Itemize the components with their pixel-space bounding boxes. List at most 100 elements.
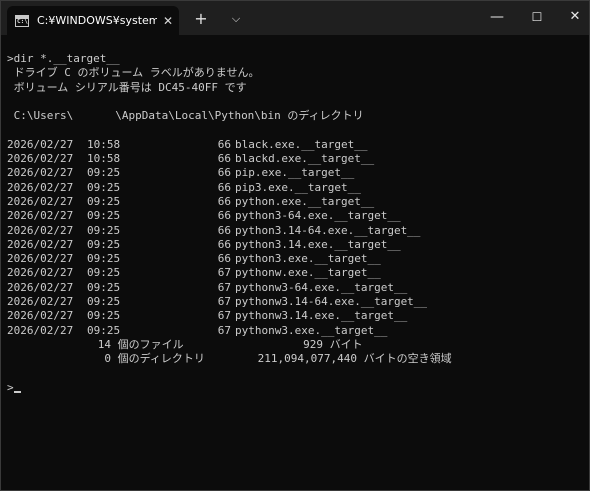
file-size: 66 (217, 223, 231, 237)
prompt-line[interactable]: > (7, 381, 452, 395)
file-time: 09:25 (87, 309, 121, 323)
directory-prefix: C:\Users\ (7, 109, 74, 123)
file-size: 66 (217, 152, 231, 166)
bytes-unit: バイト (323, 337, 363, 351)
file-size: 66 (217, 137, 231, 151)
file-row: 2026/02/27 10:58 66 blackd.exe.__target__ (7, 152, 452, 166)
close-icon[interactable]: ✕ (157, 14, 179, 28)
file-size: 66 (217, 166, 231, 180)
tab-title: C:¥WINDOWS¥system32¥cmd (37, 14, 157, 27)
tab-cmd[interactable]: C:\ C:¥WINDOWS¥system32¥cmd ✕ (7, 6, 179, 35)
directory-line: C:\Users\ \AppData\Local\Python\bin のディレク… (7, 109, 452, 123)
file-row: 2026/02/27 09:25 66 python3-64.exe.__target… (7, 209, 452, 223)
file-date: 2026/02/27 (7, 323, 74, 337)
file-name: pythonw3.14-64.exe.__target__ (235, 295, 428, 309)
prompt: > (7, 380, 14, 394)
file-name: python3.exe.__target__ (235, 252, 381, 266)
file-time: 09:25 (87, 323, 121, 337)
file-date: 2026/02/27 (7, 166, 74, 180)
file-size: 67 (217, 309, 231, 323)
command-line: >dir *.__target__ (7, 52, 120, 65)
maximize-icon[interactable]: ☐ (517, 3, 557, 31)
file-name: black.exe.__target__ (235, 137, 368, 151)
file-time: 09:25 (87, 266, 121, 280)
file-size: 66 (217, 180, 231, 194)
file-row: 2026/02/27 09:25 66 python.exe.__target__ (7, 195, 452, 209)
file-name: pythonw3-64.exe.__target__ (235, 280, 408, 294)
file-time: 10:58 (87, 137, 121, 151)
title-bar[interactable]: C:\ C:¥WINDOWS¥system32¥cmd ✕ + ⌵ — ☐ ✕ (1, 1, 589, 35)
file-date: 2026/02/27 (7, 180, 74, 194)
file-name: pythonw.exe.__target__ (235, 266, 381, 280)
dir-count-label: 個のディレクトリ (111, 352, 205, 366)
file-name: pythonw3.exe.__target__ (235, 323, 388, 337)
file-time: 09:25 (87, 166, 121, 180)
file-date: 2026/02/27 (7, 266, 74, 280)
file-date: 2026/02/27 (7, 280, 74, 294)
file-row: 2026/02/27 09:25 66 pip.exe.__target__ (7, 166, 452, 180)
file-time: 09:25 (87, 280, 121, 294)
file-date: 2026/02/27 (7, 194, 74, 208)
file-size: 67 (217, 295, 231, 309)
file-name: python3.14-64.exe.__target__ (235, 223, 421, 237)
chevron-down-icon[interactable]: ⌵ (226, 9, 246, 29)
minimize-icon[interactable]: — (477, 3, 517, 31)
file-count-label: 個のファイル (111, 337, 184, 351)
file-row: 2026/02/27 09:25 66 pip3.exe.__target__ (7, 181, 452, 195)
console-output[interactable]: >dir *.__target__ ドライブ C のボリューム ラベルがありませ… (1, 35, 589, 490)
free-bytes: 211,094,077,440 (257, 352, 357, 366)
file-size: 66 (217, 237, 231, 251)
plus-icon[interactable]: + (191, 9, 211, 29)
file-date: 2026/02/27 (7, 152, 74, 166)
file-time: 09:25 (87, 252, 121, 266)
file-row: 2026/02/27 09:25 67 pythonw3.14-64.exe.__ta… (7, 295, 452, 309)
file-row: 2026/02/27 09:25 67 pythonw.exe.__target__ (7, 266, 452, 280)
files-summary-line: 14 個のファイル 929 バイト (7, 338, 452, 352)
file-name: pip.exe.__target__ (235, 166, 355, 180)
file-row: 2026/02/27 09:25 67 pythonw3.14.exe.__targe… (7, 309, 452, 323)
file-size: 67 (217, 323, 231, 337)
file-name: python3-64.exe.__target__ (235, 209, 401, 223)
directory-suffix: \AppData\Local\Python\bin のディレクトリ (115, 109, 364, 123)
file-name: python3.14.exe.__target__ (235, 237, 401, 251)
file-list: 2026/02/27 10:58 66 black.exe.__target__ 202… (7, 138, 452, 338)
file-count: 14 (97, 337, 111, 351)
file-name: pip3.exe.__target__ (235, 180, 361, 194)
file-date: 2026/02/27 (7, 252, 74, 266)
file-row: 2026/02/27 09:25 66 python3.14.exe.__target… (7, 238, 452, 252)
file-time: 10:58 (87, 152, 121, 166)
close-window-icon[interactable]: ✕ (555, 3, 589, 31)
text-cursor (13, 390, 21, 393)
file-date: 2026/02/27 (7, 237, 74, 251)
terminal-window: C:\ C:¥WINDOWS¥system32¥cmd ✕ + ⌵ — ☐ ✕ … (0, 0, 590, 491)
file-row: 2026/02/27 09:25 66 python3.exe.__target__ (7, 252, 452, 266)
file-size: 66 (217, 252, 231, 266)
file-time: 09:25 (87, 194, 121, 208)
file-size: 67 (217, 280, 231, 294)
file-time: 09:25 (87, 223, 121, 237)
volume-label-line: ドライブ C のボリューム ラベルがありません。 (7, 66, 260, 80)
file-date: 2026/02/27 (7, 223, 74, 237)
file-row: 2026/02/27 10:58 66 black.exe.__target__ (7, 138, 452, 152)
file-row: 2026/02/27 09:25 67 pythonw3.exe.__target__ (7, 324, 452, 338)
file-size: 67 (217, 266, 231, 280)
command-prompt-icon: C:\ (15, 14, 29, 27)
file-size: 66 (217, 194, 231, 208)
file-date: 2026/02/27 (7, 209, 74, 223)
dir-count: 0 (104, 352, 111, 366)
file-time: 09:25 (87, 209, 121, 223)
file-time: 09:25 (87, 237, 121, 251)
file-name: pythonw3.14.exe.__target__ (235, 309, 408, 323)
free-bytes-unit: バイトの空き領域 (357, 352, 452, 366)
file-name: python.exe.__target__ (235, 194, 375, 208)
file-date: 2026/02/27 (7, 295, 74, 309)
file-name: blackd.exe.__target__ (235, 152, 375, 166)
file-row: 2026/02/27 09:25 66 python3.14-64.exe.__tar… (7, 224, 452, 238)
file-date: 2026/02/27 (7, 137, 74, 151)
total-bytes: 929 (303, 337, 323, 351)
dirs-summary-line: 0 個のディレクトリ 211,094,077,440 バイトの空き領域 (7, 352, 452, 366)
file-size: 66 (217, 209, 231, 223)
